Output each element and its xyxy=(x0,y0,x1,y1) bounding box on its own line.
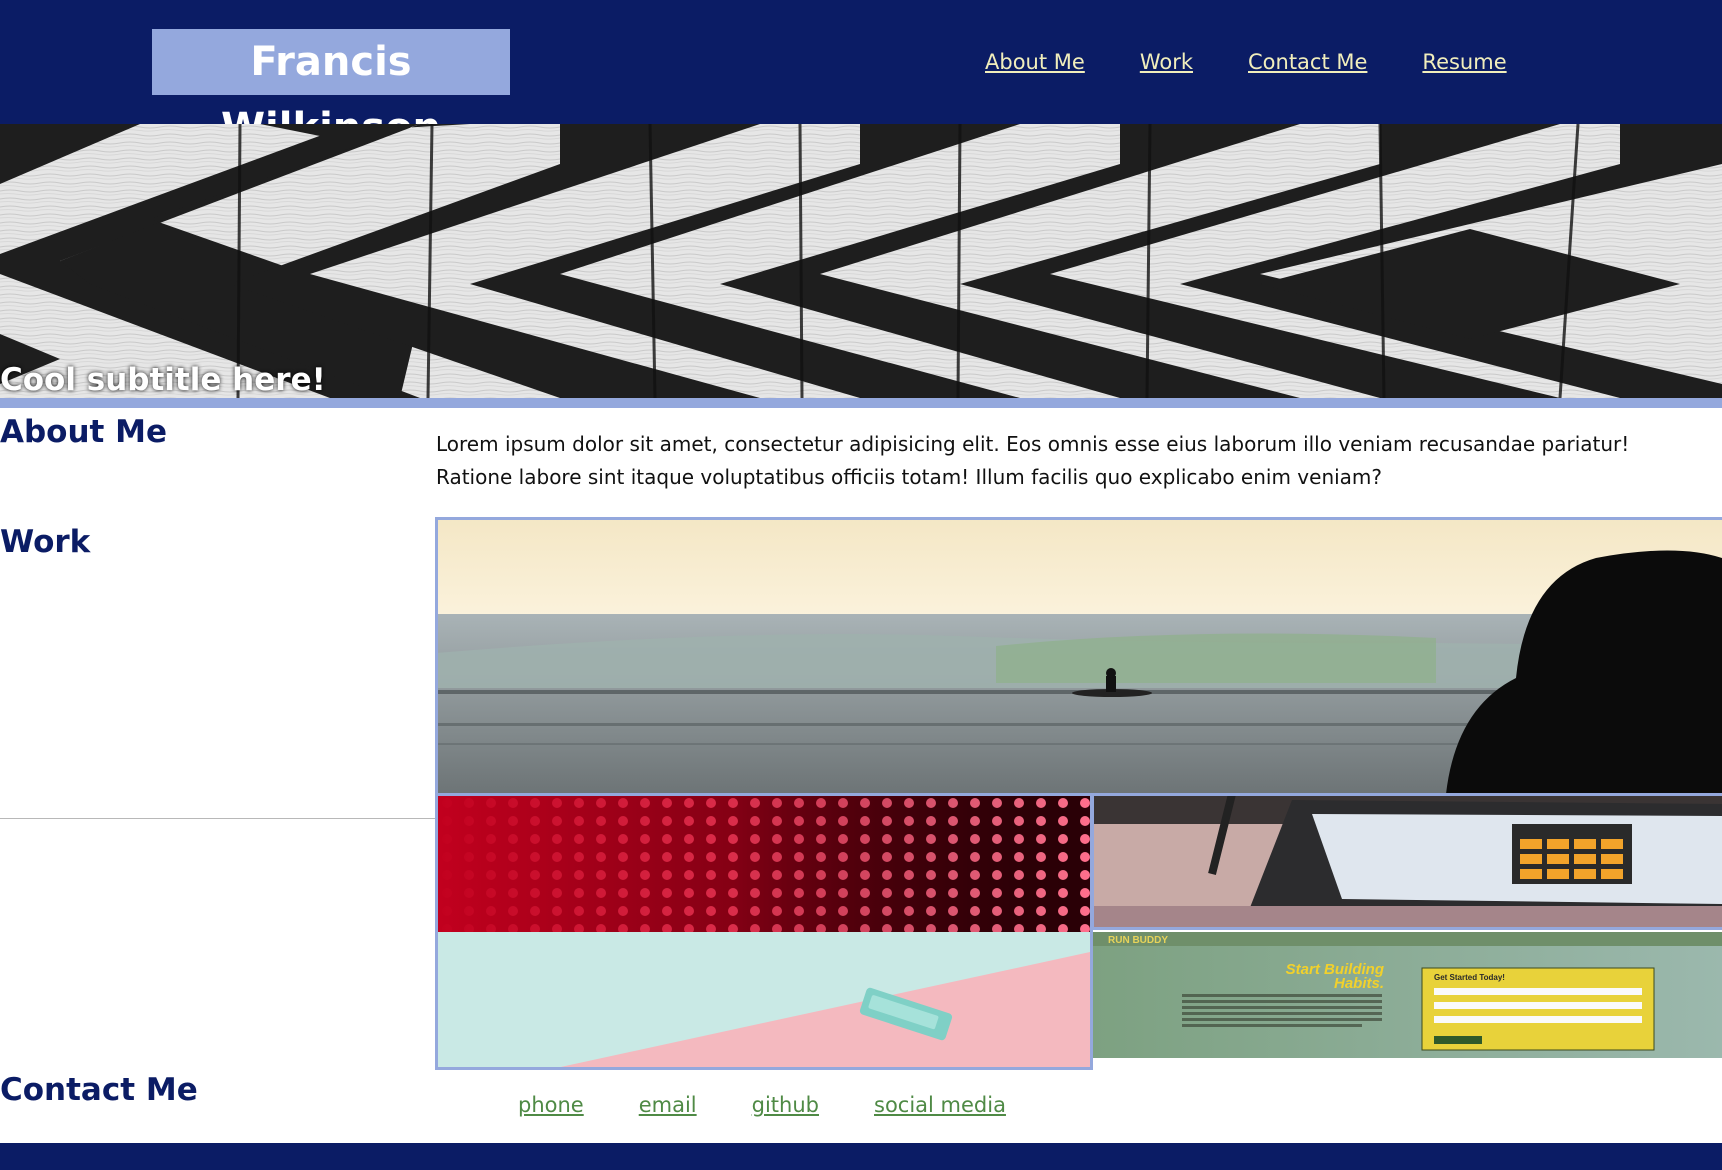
project-card-led[interactable] xyxy=(436,794,1090,932)
about-heading: About Me xyxy=(0,414,168,450)
contact-link-github[interactable]: github xyxy=(752,1090,819,1120)
run-buddy-brand: RUN BUDDY xyxy=(1108,935,1168,946)
nav-link-about-me[interactable]: About Me xyxy=(985,46,1085,78)
section-divider xyxy=(0,818,436,819)
project-card-phone[interactable] xyxy=(436,932,1090,1068)
site-title[interactable]: Francis Wilkinson xyxy=(152,29,510,151)
work-heading: Work xyxy=(0,524,91,560)
project-card-laptop[interactable] xyxy=(1092,794,1722,928)
site-header: Francis Wilkinson About Me Work Contact … xyxy=(0,0,1722,151)
run-buddy-headline-2: Habits. xyxy=(1334,975,1384,992)
site-footer xyxy=(0,1143,1722,1170)
hero-subtitle: Cool subtitle here! xyxy=(0,362,326,398)
contact-heading: Contact Me xyxy=(0,1072,198,1108)
laptop-image xyxy=(1092,794,1722,928)
run-buddy-image: RUN BUDDY Start Building Habits. Get Sta… xyxy=(1092,932,1722,1058)
contact-link-social-media[interactable]: social media xyxy=(874,1090,1006,1120)
hero-image xyxy=(0,124,1722,398)
contact-link-email[interactable]: email xyxy=(639,1090,697,1120)
nav-link-contact-me[interactable]: Contact Me xyxy=(1248,46,1367,78)
hero-divider xyxy=(0,398,1722,408)
project-card-surfer[interactable] xyxy=(436,518,1722,794)
hero-banner: Cool subtitle here! xyxy=(0,124,1722,398)
phone-image xyxy=(436,932,1090,1068)
nav-link-resume[interactable]: Resume xyxy=(1422,46,1506,78)
contact-links: phone email github social media xyxy=(518,1090,1061,1120)
project-card-run-buddy[interactable]: RUN BUDDY Start Building Habits. Get Sta… xyxy=(1092,932,1722,1058)
main-nav: About Me Work Contact Me Resume xyxy=(985,46,1562,78)
about-text: Lorem ipsum dolor sit amet, consectetur … xyxy=(436,432,1630,489)
run-buddy-form-title: Get Started Today! xyxy=(1434,973,1505,982)
led-wall-image xyxy=(436,794,1090,932)
nav-link-work[interactable]: Work xyxy=(1140,46,1193,78)
surfer-image xyxy=(436,518,1722,794)
contact-link-phone[interactable]: phone xyxy=(518,1090,584,1120)
